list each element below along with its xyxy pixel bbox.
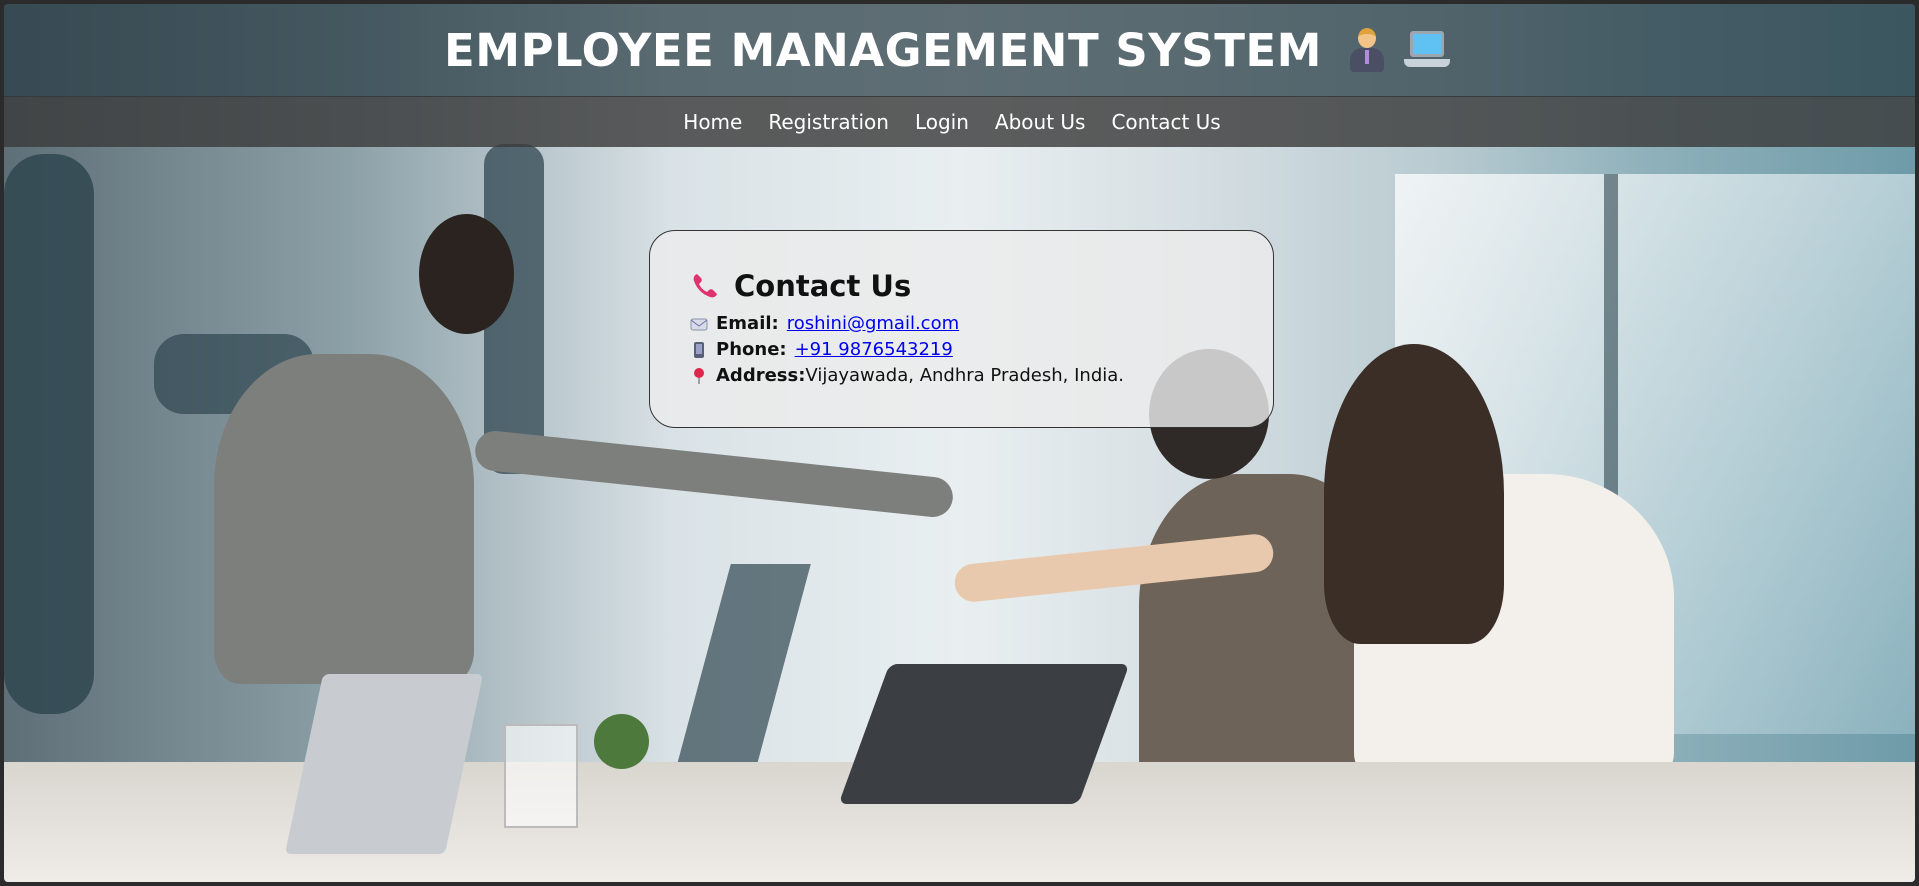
person-standing-head bbox=[419, 214, 514, 334]
phone-link[interactable]: +91 9876543219 bbox=[795, 339, 953, 361]
phone-label: Phone: bbox=[716, 339, 787, 360]
address-label: Address: bbox=[716, 365, 806, 386]
email-label: Email: bbox=[716, 313, 779, 334]
plant bbox=[594, 714, 649, 769]
page-frame: EMPLOYEE MANAGEMENT SYSTEM Home Registra… bbox=[4, 4, 1915, 882]
nav-about-us[interactable]: About Us bbox=[982, 110, 1099, 134]
main-nav: Home Registration Login About Us Contact… bbox=[4, 96, 1915, 147]
address-value: Vijayawada, Andhra Pradesh, India. bbox=[805, 365, 1125, 386]
office-worker-icon bbox=[1348, 28, 1386, 72]
nav-login[interactable]: Login bbox=[902, 110, 982, 134]
address-row: Address: Vijayawada, Andhra Pradesh, Ind… bbox=[690, 365, 1233, 387]
contact-heading: Contact Us bbox=[690, 269, 1233, 303]
water-glass bbox=[504, 724, 578, 828]
contact-heading-text: Contact Us bbox=[734, 269, 912, 303]
email-row: Email: roshini@gmail.com bbox=[690, 313, 1233, 335]
laptop-dark bbox=[838, 664, 1130, 804]
wall-graphic bbox=[4, 154, 94, 714]
phone-row: Phone: +91 9876543219 bbox=[690, 339, 1233, 361]
nav-registration[interactable]: Registration bbox=[755, 110, 902, 134]
envelope-icon bbox=[690, 315, 708, 333]
telephone-icon bbox=[690, 271, 720, 301]
nav-home[interactable]: Home bbox=[670, 110, 755, 134]
site-header: EMPLOYEE MANAGEMENT SYSTEM bbox=[4, 4, 1915, 97]
mobile-phone-icon bbox=[690, 341, 708, 359]
map-pin-icon bbox=[690, 367, 708, 385]
person-reaching-hair bbox=[1324, 344, 1504, 644]
email-link[interactable]: roshini@gmail.com bbox=[787, 313, 959, 335]
person-arm bbox=[473, 429, 955, 519]
title-icons bbox=[1348, 28, 1450, 72]
nav-contact-us[interactable]: Contact Us bbox=[1098, 110, 1233, 134]
person-standing bbox=[214, 354, 474, 684]
contact-card: Contact Us Email: roshini@gmail.com Phon… bbox=[649, 230, 1274, 428]
site-title: EMPLOYEE MANAGEMENT SYSTEM bbox=[444, 23, 1322, 77]
laptop-icon bbox=[1403, 29, 1450, 71]
wall-graphic bbox=[677, 564, 811, 764]
